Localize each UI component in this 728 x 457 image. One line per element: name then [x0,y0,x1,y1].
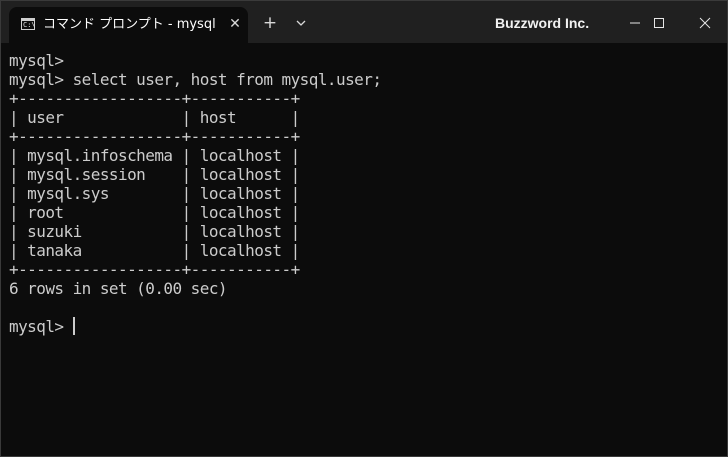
terminal-output[interactable]: mysql> mysql> select user, host from mys… [1,43,727,456]
tab-dropdown-button[interactable] [292,14,310,32]
terminal-line: 6 rows in set (0.00 sec) [9,279,228,298]
tab-command-prompt[interactable]: C:\ コマンド プロンプト - mysql -u roo ✕ [9,7,248,43]
close-window-button[interactable] [685,9,725,37]
terminal-line: | user | host | [9,108,300,127]
maximize-icon [654,18,664,28]
terminal-line: +------------------+-----------+ [9,89,300,108]
title-bar: C:\ コマンド プロンプト - mysql -u roo ✕ + Buzzwo… [1,1,727,43]
terminal-line: mysql> [9,51,64,70]
terminal-line: | root | localhost | [9,203,300,222]
terminal-line: mysql> select user, host from mysql.user… [9,70,382,89]
terminal-line: | mysql.session | localhost | [9,165,300,184]
organization-label: Buzzword Inc. [495,15,590,31]
close-icon [699,17,711,29]
tab-title: コマンド プロンプト - mysql -u roo [43,17,219,32]
terminal-line: | suzuki | localhost | [9,222,300,241]
terminal-line: +------------------+-----------+ [9,127,300,146]
terminal-line: +------------------+-----------+ [9,260,300,279]
terminal-line: | mysql.sys | localhost | [9,184,300,203]
tab-close-icon[interactable]: ✕ [227,16,243,32]
text-cursor [73,317,75,335]
terminal-line: | mysql.infoschema | localhost | [9,146,300,165]
terminal-prompt-line: mysql> [9,317,64,336]
chevron-down-icon [296,20,306,26]
terminal-line: | tanaka | localhost | [9,241,300,260]
terminal-window: C:\ コマンド プロンプト - mysql -u roo ✕ + Buzzwo… [0,0,728,457]
command-prompt-icon: C:\ [21,18,36,30]
maximize-button[interactable] [639,9,679,37]
new-tab-button[interactable]: + [261,14,279,32]
